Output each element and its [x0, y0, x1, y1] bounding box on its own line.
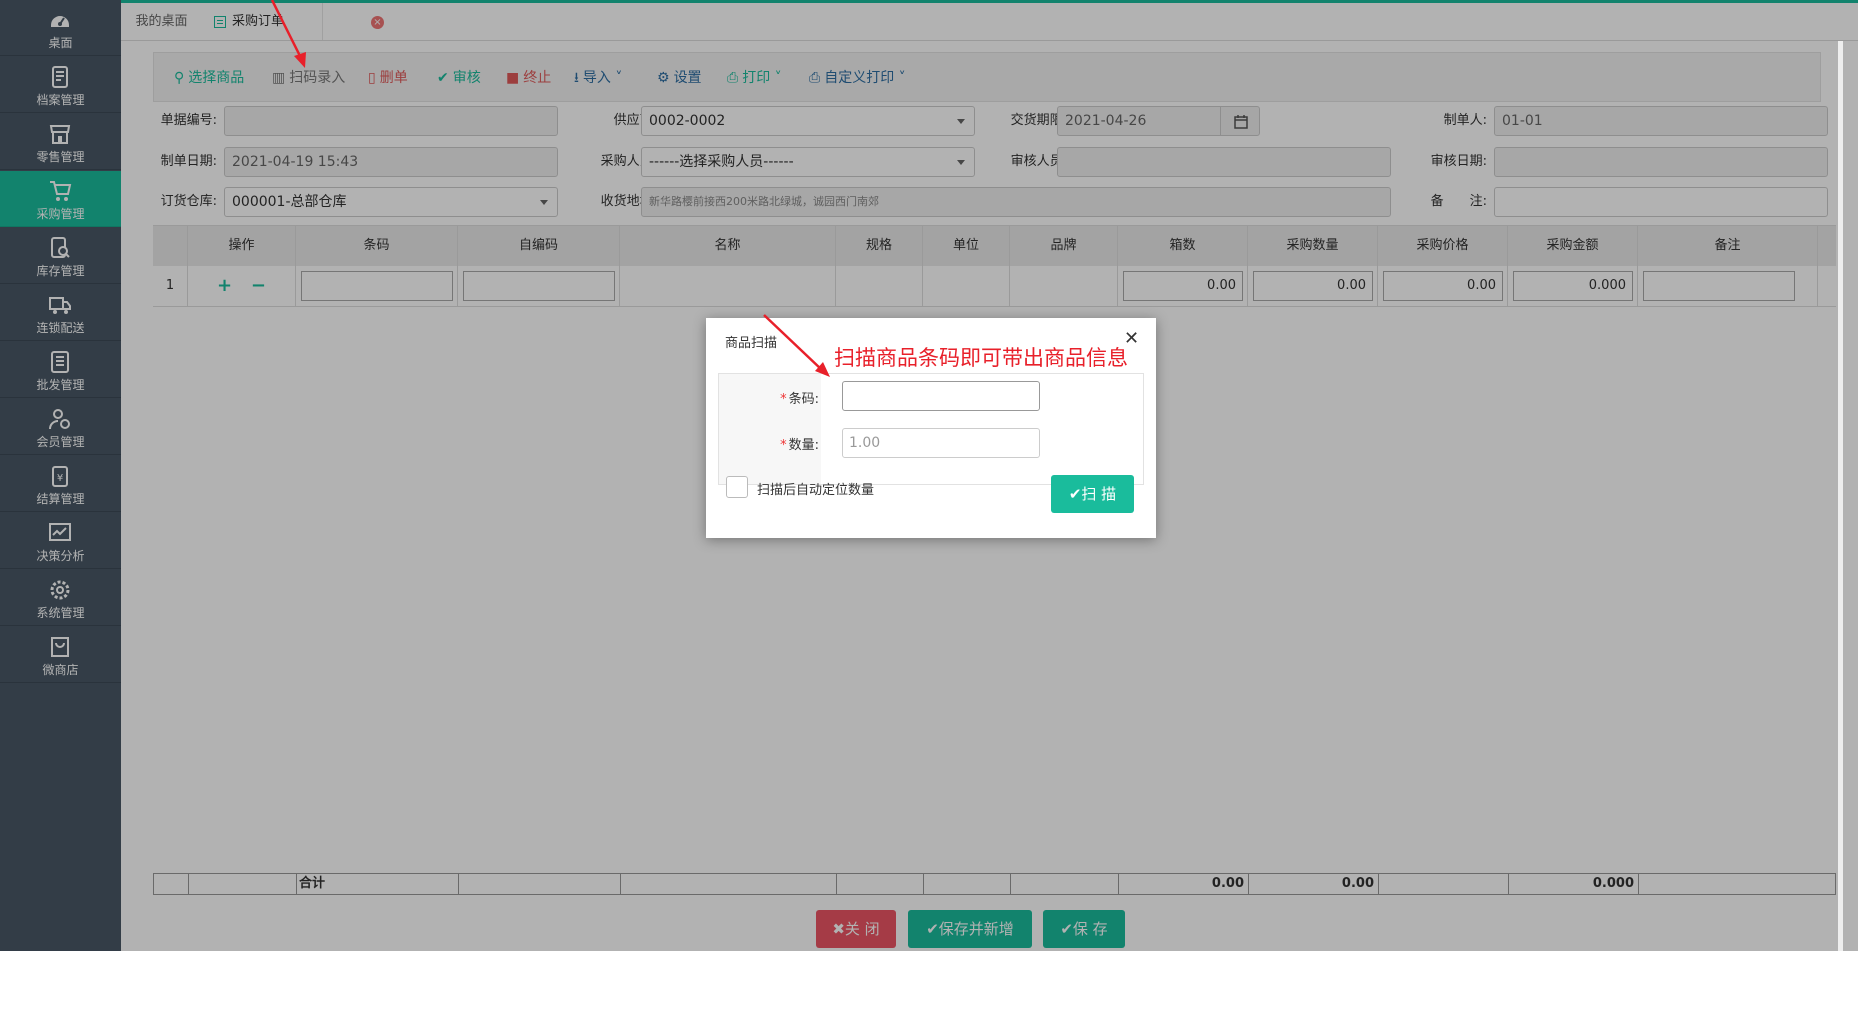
annotation-arrows [270, 0, 830, 377]
arrow-to-scan-entry [270, 0, 304, 61]
annotation-text: 扫描商品条码即可带出商品信息 [834, 346, 1128, 370]
arrow-head [294, 52, 306, 68]
arrow-to-barcode-field [763, 314, 823, 371]
